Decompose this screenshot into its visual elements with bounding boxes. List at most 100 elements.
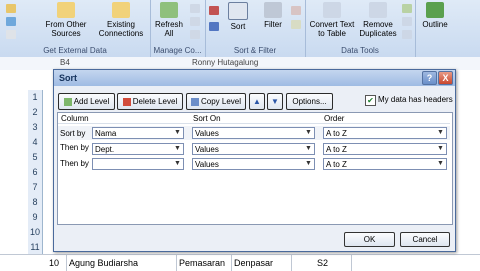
get-external-data-label: Get External Data <box>43 46 107 55</box>
row-header[interactable]: 1 <box>28 90 43 106</box>
sort-on-select[interactable]: Values ▼ <box>192 158 315 170</box>
sort-on-select[interactable]: Values ▼ <box>192 143 315 155</box>
copy-level-icon <box>190 97 199 106</box>
copy-level-button[interactable]: Copy Level <box>186 93 246 110</box>
move-up-button[interactable]: ▲ <box>249 93 265 110</box>
row-header[interactable]: 9 <box>28 210 43 226</box>
ok-button[interactable]: OK <box>344 232 395 247</box>
chevron-down-icon: ▼ <box>437 160 444 167</box>
column-select[interactable]: ▼ <box>92 158 184 170</box>
sort-on-select[interactable]: Values ▼ <box>192 127 315 139</box>
arrow-up-icon: ▲ <box>253 97 261 106</box>
copy-level-label: Copy Level <box>200 97 242 106</box>
cell-grade[interactable]: S2 <box>292 255 352 271</box>
column-select-value: Nama <box>95 129 117 138</box>
row-header[interactable]: 5 <box>28 150 43 166</box>
order-select[interactable]: A to Z ▼ <box>323 127 447 139</box>
header-divider <box>58 123 450 124</box>
level-label: Then by <box>60 143 89 152</box>
sort-label: Sort <box>230 22 246 31</box>
outline-label: Outline <box>422 20 448 29</box>
sort-za-icon[interactable] <box>209 22 219 31</box>
order-select[interactable]: A to Z ▼ <box>323 143 447 155</box>
remove-duplicates-button[interactable]: Remove Duplicates <box>357 2 399 38</box>
filter-icon <box>264 2 282 18</box>
add-level-button[interactable]: Add Level <box>58 93 115 110</box>
delete-level-button[interactable]: Delete Level <box>117 93 183 110</box>
edit-links-icon[interactable] <box>190 30 200 39</box>
column-select[interactable]: Dept. ▼ <box>92 143 184 155</box>
close-button[interactable]: X <box>438 71 453 85</box>
add-level-icon <box>63 97 72 106</box>
remove-duplicates-label: Remove Duplicates <box>359 20 397 38</box>
sort-on-value: Values <box>195 145 219 154</box>
level-label: Sort by <box>60 129 86 138</box>
sort-az-icon[interactable] <box>209 6 219 15</box>
cell-dept[interactable]: Pemasaran <box>177 255 232 271</box>
filter-label: Filter <box>264 20 282 29</box>
chevron-down-icon: ▼ <box>305 160 312 167</box>
cancel-button[interactable]: Cancel <box>400 232 450 247</box>
data-validation-icon[interactable] <box>402 4 412 13</box>
reapply-icon[interactable] <box>291 20 301 29</box>
formula-content[interactable]: Ronny Hutagalung <box>192 58 258 67</box>
my-data-has-headers-checkbox[interactable]: ✔ <box>365 95 376 106</box>
order-value: A to Z <box>326 160 347 169</box>
refresh-icon <box>160 2 178 18</box>
dialog-titlebar[interactable]: Sort ? X <box>54 70 455 86</box>
chevron-down-icon: ▼ <box>174 129 181 136</box>
properties-icon[interactable] <box>190 17 200 26</box>
refresh-all-button[interactable]: Refresh All <box>152 2 186 38</box>
existing-connections-button[interactable]: Existing Connections <box>95 2 147 38</box>
data-tools-group: Convert Text to Table Remove Duplicates … <box>305 0 416 57</box>
help-button[interactable]: ? <box>422 71 437 85</box>
text-icon[interactable] <box>6 30 16 39</box>
filter-button[interactable]: Filter <box>259 2 287 29</box>
arrow-down-icon: ▼ <box>271 97 279 106</box>
row-header[interactable]: 10 <box>28 225 43 241</box>
access-icon[interactable] <box>6 4 16 13</box>
cell-name[interactable]: Agung Budiarsha <box>67 255 177 271</box>
chevron-down-icon: ▼ <box>437 145 444 152</box>
name-box[interactable]: B4 <box>60 58 70 67</box>
sort-on-value: Values <box>195 129 219 138</box>
order-value: A to Z <box>326 145 347 154</box>
sort-filter-group-label: Sort & Filter <box>233 46 277 55</box>
outline-group: Outline <box>415 0 480 57</box>
outline-icon <box>426 2 444 18</box>
row-header[interactable]: 4 <box>28 135 43 151</box>
row-header[interactable]: 7 <box>28 180 43 196</box>
row-header[interactable]: 2 <box>28 105 43 121</box>
text-to-columns-button[interactable]: Convert Text to Table <box>307 2 357 38</box>
ribbon: From Other Sources Existing Connections … <box>0 0 480 58</box>
row-header[interactable]: 3 <box>28 120 43 136</box>
sort-button[interactable]: Sort <box>225 2 251 31</box>
chevron-down-icon: ▼ <box>174 145 181 152</box>
sort-on-value: Values <box>195 160 219 169</box>
row-header[interactable]: 6 <box>28 165 43 181</box>
consolidate-icon[interactable] <box>402 17 412 26</box>
cell-no[interactable]: 10 <box>42 255 67 271</box>
column-header: Column <box>61 114 89 123</box>
web-icon[interactable] <box>6 17 16 26</box>
database-icon <box>57 2 75 18</box>
existing-connections-label: Existing Connections <box>98 20 144 38</box>
order-select[interactable]: A to Z ▼ <box>323 158 447 170</box>
chevron-down-icon: ▼ <box>437 129 444 136</box>
column-select[interactable]: Nama ▼ <box>92 127 184 139</box>
my-data-has-headers-label: My data has headers <box>378 95 453 104</box>
options-button[interactable]: Options... <box>286 93 333 110</box>
order-value: A to Z <box>326 129 347 138</box>
cell-city[interactable]: Denpasar <box>232 255 292 271</box>
chevron-down-icon: ▼ <box>305 129 312 136</box>
row-header[interactable]: 8 <box>28 195 43 211</box>
add-level-label: Add Level <box>73 97 110 106</box>
connections-small-icon[interactable] <box>190 4 200 13</box>
move-down-button[interactable]: ▼ <box>267 93 283 110</box>
from-other-sources-label: From Other Sources <box>45 20 87 38</box>
from-other-sources-button[interactable]: From Other Sources <box>42 2 90 38</box>
outline-button[interactable]: Outline <box>420 2 450 29</box>
clear-icon[interactable] <box>291 6 301 15</box>
what-if-icon[interactable] <box>402 30 412 39</box>
data-tools-group-label: Data Tools <box>341 46 379 55</box>
